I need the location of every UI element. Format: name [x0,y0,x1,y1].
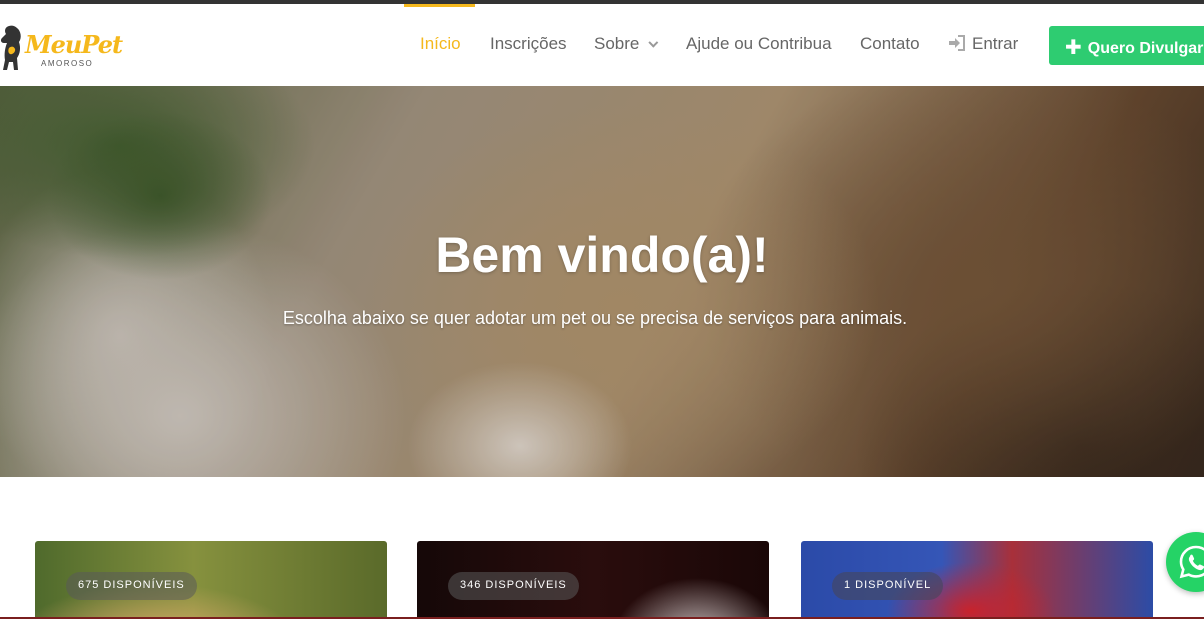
whatsapp-button[interactable] [1166,532,1204,592]
logo-tagline: AMOROSO [41,59,94,68]
quero-divulgar-label: Quero Divulgar [1087,40,1204,57]
hero-subtitle: Escolha abaixo se quer adotar um pet ou … [282,308,908,328]
category-card-3[interactable]: 1 DISPONÍVEL [801,541,1153,619]
availability-badge: 1 DISPONÍVEL [832,572,944,600]
availability-badge: 346 DISPONÍVEIS [448,572,579,600]
category-card-1[interactable]: 675 DISPONÍVEIS [35,541,387,619]
nav-sobre-label: Sobre [594,34,640,53]
plus-icon: ✚ [1065,37,1082,59]
logo-wordmark: MeuPet [25,30,123,59]
logo[interactable]: MeuPet AMOROSO [0,16,123,76]
nav-sobre[interactable]: Sobre [594,34,659,54]
hero-title: Bem vindo(a)! [435,227,769,283]
category-card-2[interactable]: 346 DISPONÍVEIS [417,541,769,619]
nav-entrar[interactable]: Entrar [948,34,1018,54]
whatsapp-icon [1179,545,1204,579]
navbar: MeuPet AMOROSO Início Inscrições Sobre A… [0,4,1204,86]
dog-silhouette-icon [0,25,21,70]
availability-badge: 675 DISPONÍVEIS [66,572,197,600]
nav-ajude[interactable]: Ajude ou Contribua [686,34,832,54]
quero-divulgar-button[interactable]: ✚ Quero Divulgar [1049,26,1204,65]
chevron-down-icon [648,37,659,48]
active-nav-indicator [404,4,475,7]
hero-banner: Bem vindo(a)! Escolha abaixo se quer ado… [0,86,1204,477]
nav-entrar-label: Entrar [972,34,1019,53]
nav-contato[interactable]: Contato [860,34,920,54]
sign-in-icon [949,35,965,52]
nav-inicio[interactable]: Início [420,34,461,54]
nav-inscricoes[interactable]: Inscrições [490,34,567,54]
